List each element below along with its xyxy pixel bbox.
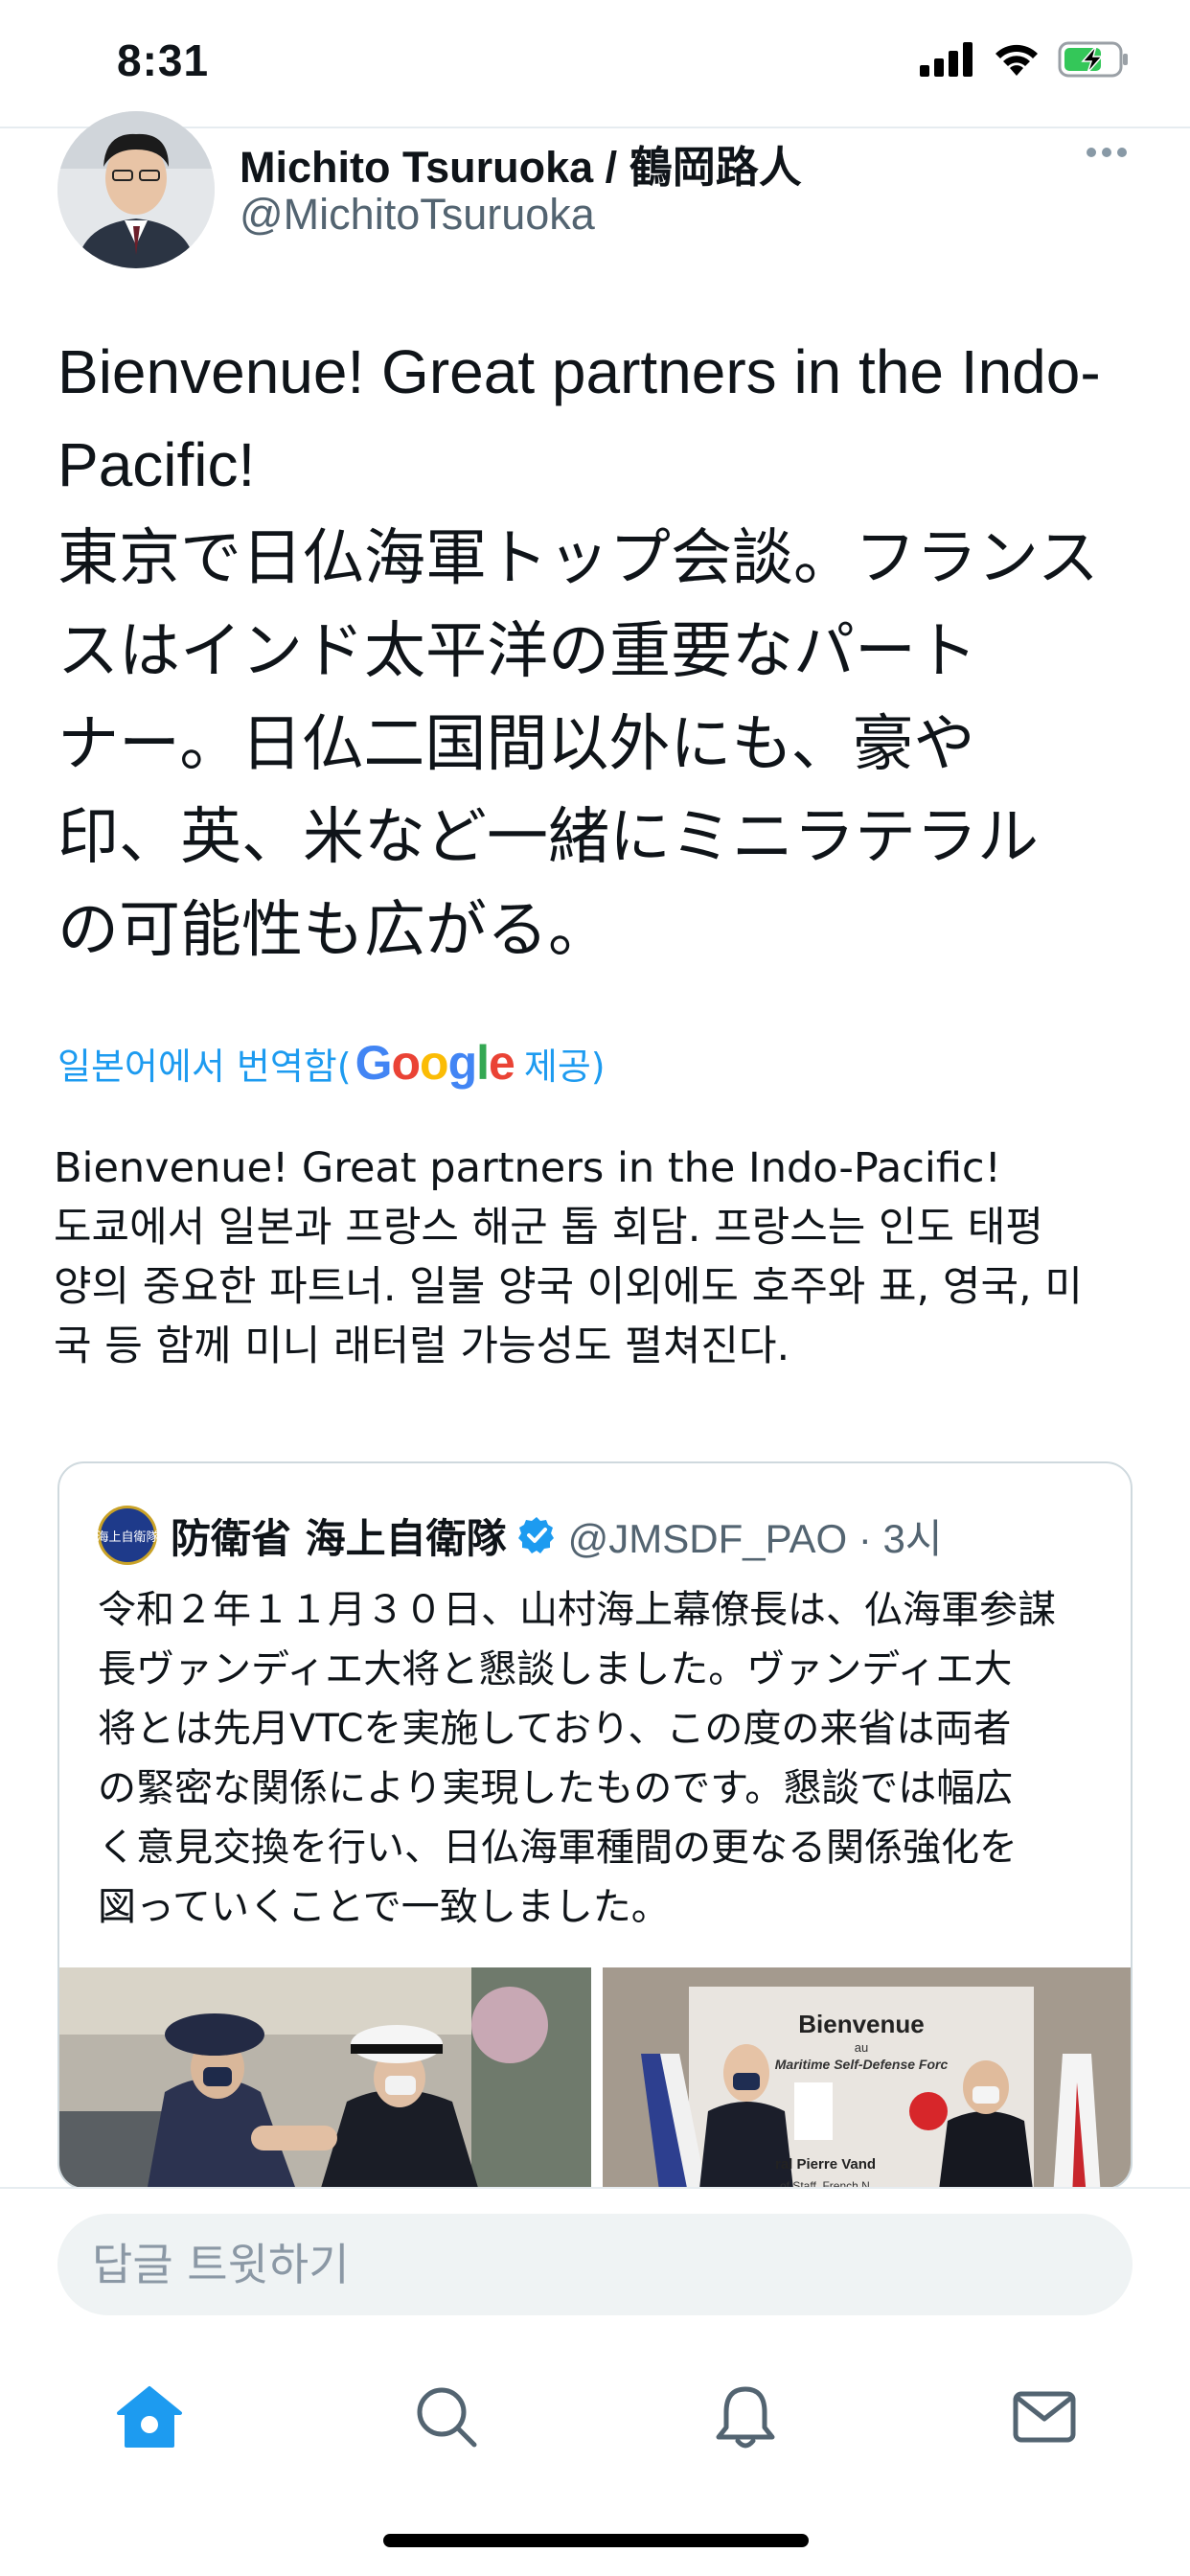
search-icon	[417, 2387, 477, 2448]
quoted-line: 将とは先月VTCを実施しており、この度の来省は両者	[98, 1707, 1012, 1751]
tab-notifications[interactable]	[698, 2369, 793, 2465]
messages-icon	[1013, 2391, 1076, 2443]
battery-charging-icon	[1058, 41, 1128, 78]
notifications-icon	[716, 2386, 775, 2449]
verified-badge-icon	[516, 1515, 557, 1555]
quoted-tweet-card[interactable]: 海上自衛隊 防衛省 海上自衛隊 @JMSDF_PAO · 3시 令和２年１１月３…	[57, 1461, 1133, 2190]
reply-input[interactable]	[57, 2214, 1133, 2315]
tweet-line: 東京で日仏海軍トップ会談。フランス	[57, 523, 1099, 592]
status-time: 8:31	[117, 35, 210, 85]
author-handle[interactable]: @MichitoTsuruoka	[240, 190, 595, 240]
tab-search[interactable]	[399, 2369, 494, 2465]
quoted-line: 長ヴァンディエ大将と懇談しました。ヴァンディエ大	[98, 1647, 1013, 1691]
quoted-line: 図っていくことで一致しました。	[98, 1885, 670, 1929]
status-icons	[920, 40, 1131, 79]
reply-area	[0, 2187, 1190, 2331]
author-name[interactable]: Michito Tsuruoka / 鶴岡路人	[240, 132, 802, 195]
quoted-line: く意見交換を行い、日仏海軍種間の更なる関係強化を	[98, 1826, 1018, 1870]
quoted-tweet-header: 海上自衛隊 防衛省 海上自衛隊 @JMSDF_PAO · 3시	[97, 1502, 943, 1569]
tweet-line: Bienvenue! Great partners in the Indo-	[57, 337, 1101, 406]
more-options-icon[interactable]	[1087, 148, 1127, 157]
wifi-icon	[995, 44, 1038, 76]
tweet-line: Pacific!	[57, 430, 256, 499]
tab-home[interactable]	[102, 2369, 197, 2465]
author-avatar[interactable]	[57, 111, 215, 268]
banner-title: Bienvenue	[798, 2010, 925, 2038]
quoted-avatar: 海上自衛隊	[97, 1506, 159, 1565]
quoted-line: の緊密な関係により実現したものです。懇談では幅広	[98, 1766, 1014, 1810]
translated-line: 국 등 함께 미니 래터럴 가능성도 펼쳐진다.	[54, 1322, 790, 1370]
media-image-bienvenue[interactable]: Bienvenue au Maritime Self-Defense Forc …	[603, 1967, 1131, 2188]
quoted-line: 令和２年１１月３０日、山村海上幕僚長は、仏海軍参謀	[98, 1588, 1056, 1632]
media-image-meeting[interactable]	[59, 1967, 591, 2188]
translated-line: 도쿄에서 일본과 프랑스 해군 톱 회담. 프랑스는 인도 태평	[54, 1204, 1043, 1252]
cellular-signal-icon	[920, 42, 973, 77]
caption-line-1: ral Pierre Vand	[775, 2156, 876, 2173]
tab-messages[interactable]	[996, 2369, 1092, 2465]
tweet-line: スはインド太平洋の重要なパート	[57, 616, 977, 685]
home-icon	[117, 2386, 182, 2448]
translate-prefix: 일본어에서 번역함(	[57, 1045, 352, 1088]
translated-by-link[interactable]: 일본어에서 번역함( Google 제공)	[57, 1035, 606, 1091]
tweet-line: の可能性も広がる。	[57, 895, 609, 964]
translate-suffix: 제공)	[523, 1045, 606, 1088]
tweet-author: Michito Tsuruoka / 鶴岡路人 @MichitoTsuruoka	[0, 105, 1190, 268]
quoted-author-handle: @JMSDF_PAO · 3시	[567, 1515, 943, 1561]
translated-line: Bienvenue! Great partners in the Indo-Pa…	[54, 1144, 1001, 1192]
tweet-line: ナー。日仏二国間以外にも、豪や	[57, 709, 975, 778]
translated-text: Bienvenue! Great partners in the Indo-Pa…	[54, 1138, 1146, 1376]
quoted-author-name: 防衛省 海上自衛隊	[171, 1514, 507, 1562]
home-indicator[interactable]	[383, 2534, 809, 2547]
google-logo: Google	[355, 1036, 515, 1090]
tweet-line: 印、英、米など一緒にミニラテラル	[57, 802, 1039, 871]
quoted-tweet-text: 令和２年１１月３０日、山村海上幕僚長は、仏海軍参謀 長ヴァンディエ大将と懇談しま…	[98, 1580, 1104, 1937]
translated-line: 양의 중요한 파트너. 일불 양국 이외에도 호주와 표, 영국, 미	[54, 1263, 1083, 1311]
tweet-text: Bienvenue! Great partners in the Indo- P…	[57, 326, 1150, 977]
quoted-media: Bienvenue au Maritime Self-Defense Forc …	[59, 1967, 1131, 2188]
banner-line: Maritime Self-Defense Forc	[775, 2057, 949, 2072]
banner-small: au	[855, 2040, 868, 2055]
